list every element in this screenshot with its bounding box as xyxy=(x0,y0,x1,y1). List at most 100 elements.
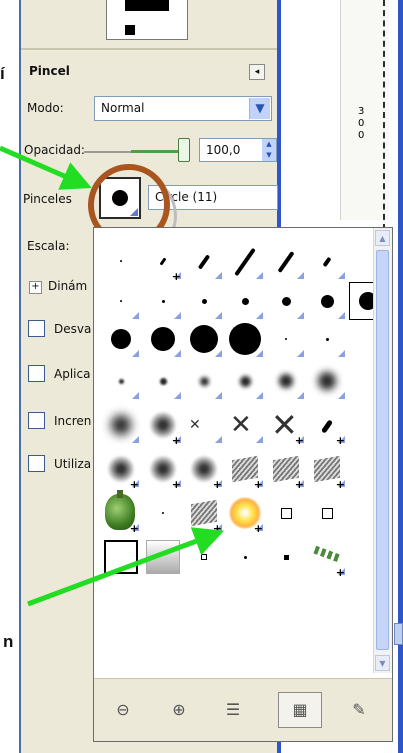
option-checkbox-3[interactable] xyxy=(28,412,45,429)
brush-picker-popup: + + ✕ ✕ ✕ + + + + + + + + + + + + ▲ ▼ ⊖ ⊕ ☰ ▦ ✎ xyxy=(93,227,393,742)
opacity-spinbox[interactable]: 100,0 ▲ ▼ xyxy=(199,138,277,162)
annotation-arrow-bottom xyxy=(27,527,225,607)
brush-thumbnail[interactable] xyxy=(267,242,305,280)
brush-thumbnail[interactable]: + xyxy=(308,538,346,579)
brush-corner-icon xyxy=(215,312,222,319)
brush-corner-icon xyxy=(174,392,181,399)
brush-thumbnail[interactable]: + xyxy=(267,450,305,491)
brush-corner-icon xyxy=(256,272,263,279)
opacity-slider-fill xyxy=(131,150,184,153)
brush-thumbnail[interactable] xyxy=(144,282,182,320)
brush-corner-icon xyxy=(256,392,263,399)
brush-corner-icon xyxy=(132,392,139,399)
cut-off-text-bottom: n xyxy=(3,632,14,651)
scroll-up-icon[interactable]: ▲ xyxy=(375,230,390,246)
popup-scrollbar[interactable]: ▲ ▼ xyxy=(373,228,392,673)
brush-thumbnail[interactable] xyxy=(226,242,264,280)
scroll-down-icon[interactable]: ▼ xyxy=(375,655,390,671)
chevron-down-icon[interactable]: ▼ xyxy=(249,98,270,119)
brush-thumbnail[interactable]: + xyxy=(144,242,182,283)
brush-corner-icon xyxy=(132,350,139,357)
page-margin: í n xyxy=(0,0,19,753)
brush-thumbnail[interactable]: + xyxy=(308,406,346,447)
brush-corner-icon xyxy=(174,350,181,357)
brush-thumbnail[interactable]: + xyxy=(308,450,346,491)
brush-thumbnail[interactable]: + xyxy=(185,450,223,491)
brush-thumbnail[interactable]: + xyxy=(144,450,182,491)
brush-thumbnail[interactable] xyxy=(144,362,182,400)
brush-thumbnail[interactable] xyxy=(102,406,140,444)
brush-thumbnail[interactable] xyxy=(185,282,223,320)
divider xyxy=(21,48,277,50)
brush-thumbnail[interactable]: ✕ xyxy=(185,406,223,444)
spin-up-icon[interactable]: ▲ xyxy=(262,139,276,150)
spin-down-icon[interactable]: ▼ xyxy=(262,150,276,161)
brush-thumbnail[interactable] xyxy=(308,362,346,400)
panel-title: Pincel xyxy=(29,64,70,78)
brush-thumbnail[interactable] xyxy=(102,362,140,400)
list-view-icon[interactable]: ☰ xyxy=(216,693,250,727)
brush-corner-icon xyxy=(174,312,181,319)
brush-corner-icon xyxy=(215,350,222,357)
paintbrush-icon[interactable]: ✎ xyxy=(342,693,376,727)
option-label-1: Desva xyxy=(54,322,92,336)
brush-thumbnail[interactable] xyxy=(267,362,305,400)
brush-corner-icon xyxy=(215,436,222,443)
mode-dropdown[interactable]: Normal ▼ xyxy=(94,96,272,121)
popup-toolbar: ⊖ ⊕ ☰ ▦ ✎ xyxy=(94,678,392,741)
brush-corner-icon xyxy=(132,436,139,443)
brush-thumbnail[interactable]: + xyxy=(102,450,140,491)
brush-thumbnail[interactable] xyxy=(102,320,140,358)
brush-thumbnail[interactable] xyxy=(226,282,264,320)
brush-corner-icon xyxy=(132,312,139,319)
brush-thumbnail[interactable] xyxy=(144,320,182,358)
zoom-out-icon[interactable]: ⊖ xyxy=(106,693,140,727)
option-checkbox-2[interactable] xyxy=(28,365,45,382)
scale-label: Escala: xyxy=(27,239,70,253)
option-checkbox-1[interactable] xyxy=(28,320,45,337)
brush-thumbnail[interactable] xyxy=(102,242,140,280)
brush-thumbnail[interactable] xyxy=(308,282,346,320)
brush-thumbnail[interactable] xyxy=(308,320,346,358)
brush-thumbnail[interactable] xyxy=(308,242,346,280)
option-label-3: Incren xyxy=(54,414,92,428)
brush-thumbnail[interactable] xyxy=(226,362,264,400)
grid-view-icon[interactable]: ▦ xyxy=(278,692,322,728)
brush-corner-icon xyxy=(338,312,345,319)
option-label-2: Aplica xyxy=(54,367,91,381)
brush-thumbnail[interactable] xyxy=(308,494,346,532)
brush-thumbnail[interactable]: + xyxy=(226,450,264,491)
option-label-4: Utiliza xyxy=(54,457,92,471)
brush-corner-icon xyxy=(215,272,222,279)
brush-thumbnail[interactable] xyxy=(185,362,223,400)
brush-corner-icon xyxy=(256,350,263,357)
brush-thumbnail[interactable] xyxy=(102,282,140,320)
brush-corner-icon xyxy=(297,350,304,357)
opacity-value: 100,0 xyxy=(206,143,241,157)
panel-menu-button[interactable]: ◂ xyxy=(249,64,265,80)
brush-thumbnail[interactable] xyxy=(267,282,305,320)
brush-thumbnail[interactable]: + xyxy=(144,406,182,447)
brush-thumbnail[interactable] xyxy=(226,320,264,358)
option-checkbox-4[interactable] xyxy=(28,455,45,472)
brush-thumbnail[interactable] xyxy=(267,538,305,576)
brush-corner-icon xyxy=(338,392,345,399)
scrollbar-thumb[interactable] xyxy=(376,250,389,650)
zoom-in-icon[interactable]: ⊕ xyxy=(162,693,196,727)
brush-thumbnail[interactable] xyxy=(185,242,223,280)
ruler-label: 300 xyxy=(358,106,365,141)
brush-thumbnail[interactable]: ✕ + xyxy=(267,406,305,447)
brush-thumbnail[interactable] xyxy=(267,320,305,358)
brush-corner-icon xyxy=(297,272,304,279)
dynamics-label: Dinám xyxy=(48,279,88,293)
brush-thumbnail[interactable]: ✕ xyxy=(226,406,264,444)
brush-corner-icon xyxy=(338,272,345,279)
side-tab[interactable] xyxy=(394,623,403,645)
selection-marquee-line xyxy=(383,0,385,230)
brush-preview-thumbnail xyxy=(106,0,188,40)
brush-thumbnail[interactable] xyxy=(185,320,223,358)
brush-corner-icon xyxy=(297,392,304,399)
brush-thumbnail[interactable] xyxy=(267,494,305,532)
opacity-slider-handle[interactable] xyxy=(178,138,190,162)
expand-plus-icon[interactable]: + xyxy=(29,281,42,294)
